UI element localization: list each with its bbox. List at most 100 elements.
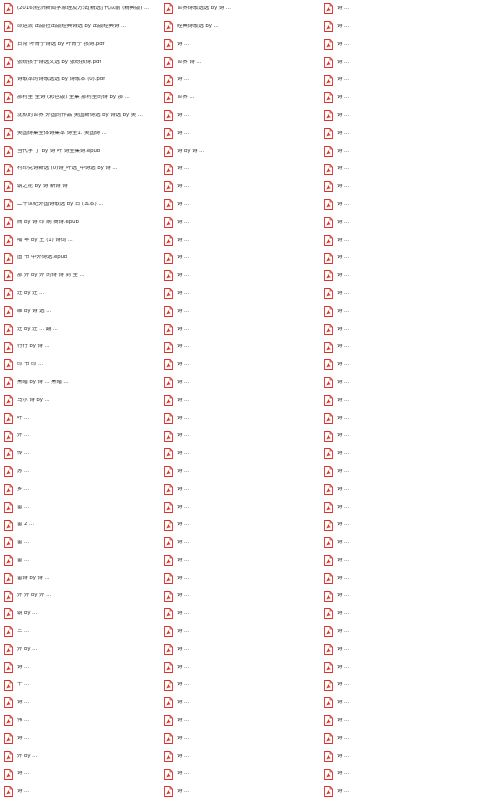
file-item[interactable]: 世界 ...: [161, 89, 319, 107]
file-item[interactable]: 诗 ...: [161, 374, 319, 392]
file-item[interactable]: 诗 ...: [321, 730, 478, 748]
file-item[interactable]: 诗 ...: [161, 676, 319, 694]
file-item[interactable]: 诗 ...: [321, 623, 478, 641]
file-item[interactable]: 喃 年 by 王 (1) 诗词 ...: [1, 231, 159, 249]
file-item[interactable]: 乡 ...: [1, 481, 159, 499]
file-item[interactable]: 日常 叶青宁诗选 by 叶青宁 孩诗.pdf: [1, 36, 159, 54]
file-item[interactable]: 诗 ...: [161, 481, 319, 499]
file-item[interactable]: 叶 ...: [1, 409, 159, 427]
file-item[interactable]: 朝 by ...: [1, 605, 159, 623]
file-item[interactable]: 诗 ...: [161, 712, 319, 730]
file-item[interactable]: 村印克诗新选 (0)诗_叶选_中诗选 by 诗 ...: [1, 160, 159, 178]
file-item[interactable]: 张纷孩子诗选文选 by 张纷孩诗.pdf: [1, 53, 159, 71]
file-item[interactable]: (2016)经济新闻学原理及方法[精选] 代以前 (精典版) ...: [1, 0, 159, 18]
file-item[interactable]: 外 ...: [1, 427, 159, 445]
file-item[interactable]: 诗 ...: [161, 392, 319, 410]
file-item[interactable]: 诗歌本的诗歌选选 by 诗歌本 (0).pdf: [1, 71, 159, 89]
file-item[interactable]: 诗 ...: [321, 676, 478, 694]
file-item[interactable]: 诗 ...: [161, 463, 319, 481]
file-item[interactable]: 诗 ...: [321, 214, 478, 232]
file-item[interactable]: 诗 ...: [321, 71, 478, 89]
file-item[interactable]: 诗 ...: [321, 587, 478, 605]
file-item[interactable]: 雷 ...: [1, 552, 159, 570]
file-item[interactable]: 诗 ...: [161, 445, 319, 463]
file-item[interactable]: 诗 ...: [161, 694, 319, 712]
file-item[interactable]: 当代学 了 by 诗 叶 诗全集诗.epub: [1, 142, 159, 160]
file-item[interactable]: 诗 ...: [161, 783, 319, 801]
file-item[interactable]: 诗 ...: [321, 320, 478, 338]
file-item[interactable]: 诗 ...: [321, 89, 478, 107]
file-item[interactable]: 行行 by 诗 ...: [1, 338, 159, 356]
file-item[interactable]: 图 书 中外诗选.epub: [1, 249, 159, 267]
file-item[interactable]: 诗 ...: [161, 36, 319, 54]
file-item[interactable]: 诗 ...: [321, 107, 478, 125]
file-item[interactable]: 马尔 诗 by ...: [1, 392, 159, 410]
file-item[interactable]: 诗 ...: [321, 392, 478, 410]
file-item[interactable]: 诗 ...: [321, 196, 478, 214]
file-item[interactable]: 诗 ...: [161, 409, 319, 427]
file-item[interactable]: 诗 ...: [321, 516, 478, 534]
file-item[interactable]: 迁 by 迁 ... 翻 ...: [1, 320, 159, 338]
file-item[interactable]: 诗 ...: [1, 658, 159, 676]
file-item[interactable]: 外 外 by 外 ...: [1, 587, 159, 605]
file-item[interactable]: 雷 2 ...: [1, 516, 159, 534]
file-item[interactable]: 苏 ...: [1, 463, 159, 481]
file-item[interactable]: 诗 ...: [161, 303, 319, 321]
file-item[interactable]: 诗 ...: [161, 765, 319, 783]
file-item[interactable]: 外 by ...: [1, 747, 159, 765]
file-item[interactable]: 诗 ...: [161, 587, 319, 605]
file-item[interactable]: 诗 ...: [161, 71, 319, 89]
file-item[interactable]: 传 ...: [1, 445, 159, 463]
file-item[interactable]: 诗 ...: [321, 409, 478, 427]
file-item[interactable]: 雷 ...: [1, 534, 159, 552]
file-item[interactable]: 诗 ...: [321, 658, 478, 676]
file-item[interactable]: 那村里 全诗 (彩色版) 全集 那村里的诗 by 那 ...: [1, 89, 159, 107]
file-item[interactable]: 诗 ...: [161, 356, 319, 374]
file-item[interactable]: 诗 ...: [161, 249, 319, 267]
file-item[interactable]: 诗 ...: [1, 694, 159, 712]
file-item[interactable]: 诗 ...: [321, 249, 478, 267]
file-item[interactable]: 三 ...: [1, 623, 159, 641]
file-item[interactable]: 诗 ...: [321, 570, 478, 588]
file-item[interactable]: 诗 ...: [161, 552, 319, 570]
file-item[interactable]: 印 书 印 ...: [1, 356, 159, 374]
file-item[interactable]: 诗 ...: [161, 338, 319, 356]
file-item[interactable]: 诗 ...: [321, 267, 478, 285]
file-item[interactable]: 命运流 出版社出版经典诗选 by 出版经典诗 ...: [1, 18, 159, 36]
file-item[interactable]: 诗 ...: [321, 534, 478, 552]
file-item[interactable]: 诗 ...: [321, 641, 478, 659]
file-item[interactable]: 诗 ...: [161, 427, 319, 445]
file-item[interactable]: 诗 ...: [321, 0, 478, 18]
file-item[interactable]: 诗 ...: [321, 160, 478, 178]
file-item[interactable]: 维 by 诗 选 ...: [1, 303, 159, 321]
file-item[interactable]: 诗 ...: [321, 338, 478, 356]
file-item[interactable]: 外 by ...: [1, 641, 159, 659]
file-item[interactable]: 诗 ...: [321, 445, 478, 463]
file-item[interactable]: 诗 ...: [161, 125, 319, 143]
file-item[interactable]: 诗 ...: [321, 18, 478, 36]
file-item[interactable]: 世界 诗 ...: [161, 53, 319, 71]
file-item[interactable]: 诗 ...: [161, 107, 319, 125]
file-item[interactable]: 沈默的世界 外国的作品 美国新诗选 by 诗选 by 美 ...: [1, 107, 159, 125]
file-item[interactable]: 诗 ...: [1, 730, 159, 748]
file-item[interactable]: 黑暗 by 诗 ... 黑暗 ...: [1, 374, 159, 392]
file-item[interactable]: 诗 ...: [321, 285, 478, 303]
file-item[interactable]: 诗 ...: [321, 765, 478, 783]
file-item[interactable]: 诗 ...: [161, 605, 319, 623]
file-item[interactable]: 诗 ...: [161, 498, 319, 516]
file-item[interactable]: 诗 ...: [321, 374, 478, 392]
file-item[interactable]: 二十世纪外国诗歌选 by 日 (五本) ...: [1, 196, 159, 214]
file-item[interactable]: 诗 ...: [321, 694, 478, 712]
file-item[interactable]: 商 by 诗 印 刷 商诗.epub: [1, 214, 159, 232]
file-item[interactable]: 雷诗 by 诗 ...: [1, 570, 159, 588]
file-item[interactable]: 诗 ...: [1, 783, 159, 801]
file-item[interactable]: 美国诗集全体诗集本 诗全1. 美国诗 ...: [1, 125, 159, 143]
file-item[interactable]: 伟 ...: [1, 712, 159, 730]
file-item[interactable]: 诗 ...: [321, 498, 478, 516]
file-item[interactable]: 诗 ...: [321, 481, 478, 499]
file-item[interactable]: 诗 ...: [321, 463, 478, 481]
file-item[interactable]: 诗 ...: [321, 747, 478, 765]
file-item[interactable]: 诗 ...: [321, 178, 478, 196]
file-item[interactable]: 诗 ...: [161, 160, 319, 178]
file-item[interactable]: 诗 ...: [161, 178, 319, 196]
